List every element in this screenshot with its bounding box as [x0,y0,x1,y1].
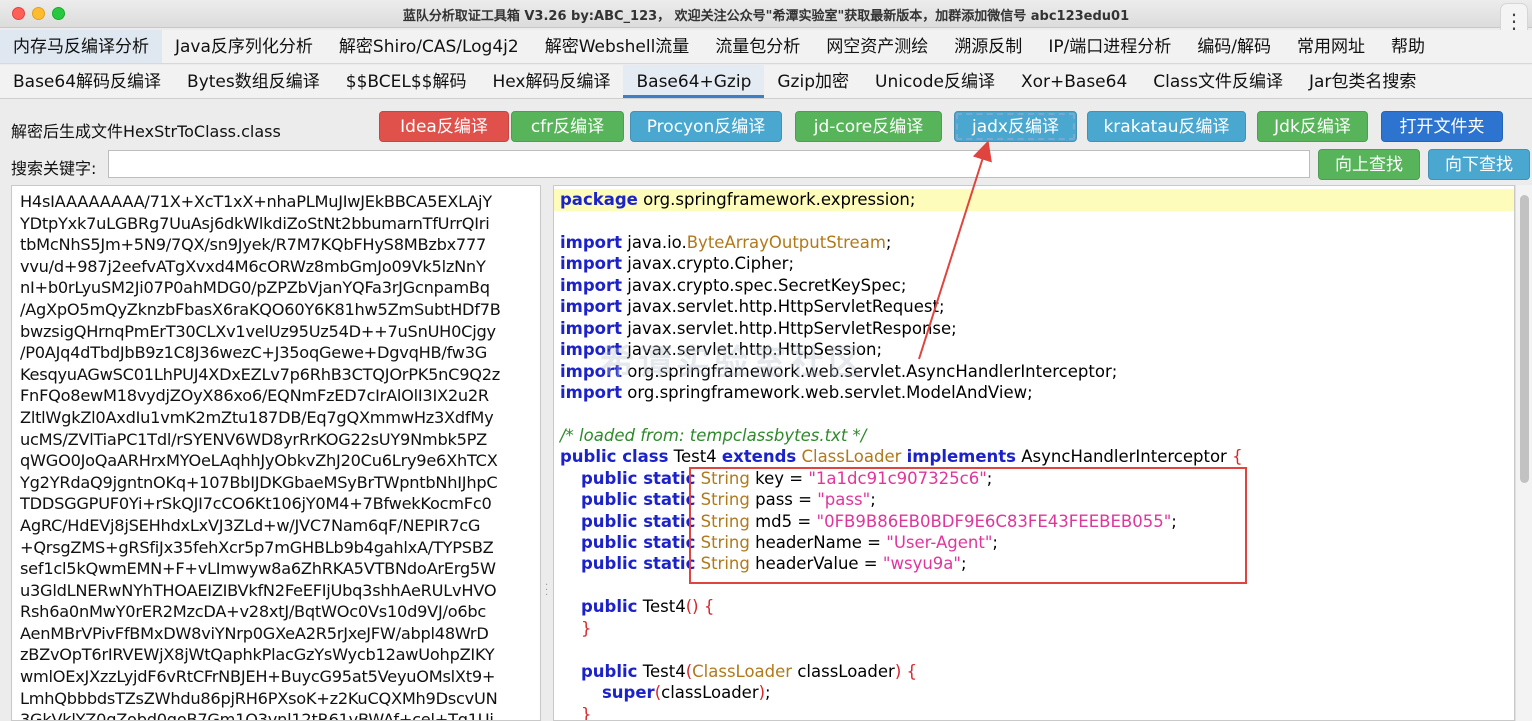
annotation-arrow-icon [918,140,992,360]
